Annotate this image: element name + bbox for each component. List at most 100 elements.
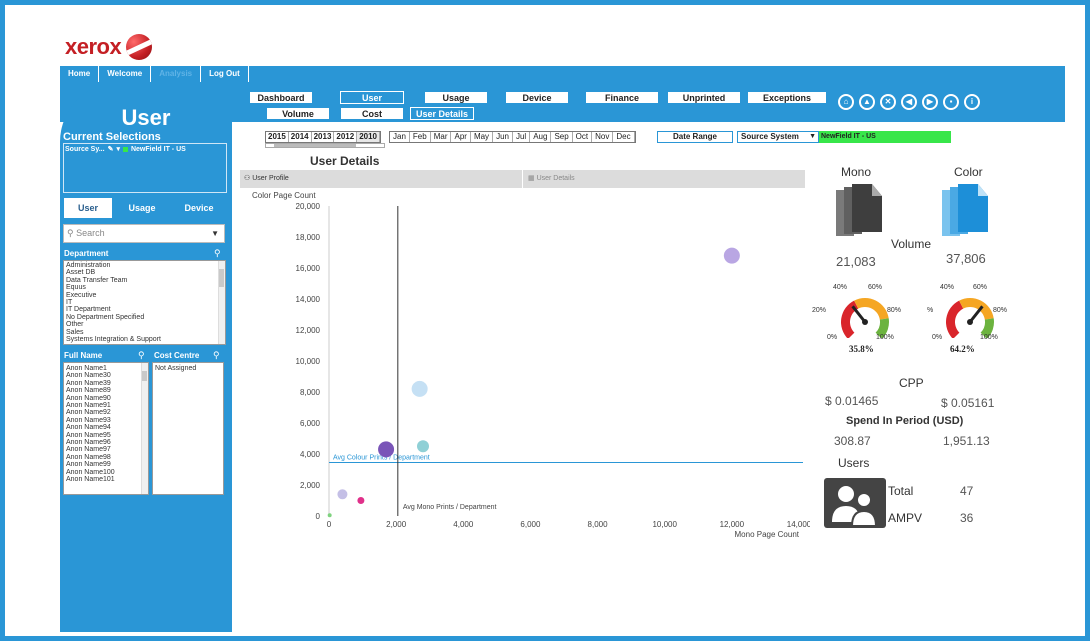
- department-item[interactable]: Data Transfer Team: [66, 277, 225, 284]
- month-option-nov[interactable]: Nov: [592, 132, 614, 142]
- nav-home-link[interactable]: Home: [60, 66, 100, 82]
- selection-field: Source Sy...: [65, 145, 105, 153]
- month-option-jul[interactable]: Jul: [513, 132, 531, 142]
- forward-icon[interactable]: ▶: [922, 94, 938, 110]
- search-input[interactable]: ⚲ Search ▼: [63, 224, 225, 243]
- eraser-icon[interactable]: ✎: [108, 145, 114, 153]
- chevron-down-icon[interactable]: ▼: [809, 132, 816, 142]
- nav-analysis-link[interactable]: Analysis: [151, 66, 202, 82]
- department-item[interactable]: No Department Specified: [66, 314, 225, 321]
- back-icon[interactable]: ◀: [901, 94, 917, 110]
- fullname-item[interactable]: Anon Name1: [66, 365, 148, 372]
- tab-exceptions[interactable]: Exceptions: [747, 91, 827, 104]
- fullname-scrollbar[interactable]: [141, 363, 148, 494]
- date-range-button[interactable]: Date Range: [657, 131, 733, 143]
- department-listbox[interactable]: Administration Asset DB Data Transfer Team…: [63, 260, 226, 345]
- month-option-oct[interactable]: Oct: [573, 132, 593, 142]
- fullname-item[interactable]: Anon Name94: [66, 424, 148, 431]
- fullname-item[interactable]: Anon Name101: [66, 476, 148, 483]
- tab-device[interactable]: Device: [505, 91, 569, 104]
- nav-logout-link[interactable]: Log Out: [201, 66, 249, 82]
- year-option-2012[interactable]: 2012: [334, 132, 358, 142]
- y-tick-label: 4,000: [300, 450, 321, 459]
- fullname-item[interactable]: Anon Name99: [66, 461, 148, 468]
- fullname-item[interactable]: Anon Name30: [66, 372, 148, 379]
- subtab-volume[interactable]: Volume: [266, 107, 330, 120]
- search-dropdown-icon[interactable]: ▼: [211, 225, 219, 242]
- subtab-user-details[interactable]: User Details: [410, 107, 474, 120]
- selection-value: NewField IT - US: [130, 145, 186, 153]
- fullname-item[interactable]: Anon Name98: [66, 454, 148, 461]
- home-icon[interactable]: ⌂: [838, 94, 854, 110]
- data-point: [417, 440, 429, 453]
- fullname-item[interactable]: Anon Name96: [66, 439, 148, 446]
- fullname-listbox[interactable]: Anon Name1 Anon Name30 Anon Name39 Anon Nam…: [63, 362, 149, 495]
- table-icon: ▦: [528, 175, 537, 182]
- department-item[interactable]: Other: [66, 321, 225, 328]
- dropdown-icon[interactable]: ▾: [116, 145, 120, 153]
- year-selector[interactable]: 2015 2014 2013 2012 2010: [265, 131, 381, 143]
- fullname-item[interactable]: Anon Name91: [66, 402, 148, 409]
- sidebar-tab-device[interactable]: Device: [172, 198, 226, 218]
- scroll-thumb[interactable]: [274, 144, 356, 147]
- current-selection-item[interactable]: Source Sy... ✎ ▾ NewField IT - US: [65, 145, 186, 154]
- costcentre-search-icon[interactable]: ⚲: [213, 350, 220, 361]
- department-item[interactable]: Administration: [66, 262, 225, 269]
- tab-usage[interactable]: Usage: [424, 91, 488, 104]
- year-scrollbar[interactable]: [265, 143, 385, 148]
- panel-tab-user-profile[interactable]: ⚇ User Profile: [244, 170, 289, 188]
- month-option-apr[interactable]: Apr: [451, 132, 471, 142]
- month-option-feb[interactable]: Feb: [410, 132, 431, 142]
- year-option-2014[interactable]: 2014: [289, 132, 312, 142]
- department-item[interactable]: Sales: [66, 329, 225, 336]
- department-item[interactable]: Equus: [66, 284, 225, 291]
- month-option-sep[interactable]: Sep: [551, 132, 573, 142]
- fullname-item[interactable]: Anon Name95: [66, 432, 148, 439]
- month-option-jan[interactable]: Jan: [390, 132, 410, 142]
- tab-unprinted[interactable]: Unprinted: [667, 91, 741, 104]
- info-icon[interactable]: i: [964, 94, 980, 110]
- fullname-item[interactable]: Anon Name89: [66, 387, 148, 394]
- department-scrollbar[interactable]: [218, 261, 225, 344]
- month-option-may[interactable]: May: [471, 132, 494, 142]
- tab-dashboard[interactable]: Dashboard: [249, 91, 313, 104]
- department-item[interactable]: Systems Integration & Support: [66, 336, 225, 343]
- month-option-mar[interactable]: Mar: [431, 132, 452, 142]
- year-option-2013[interactable]: 2013: [312, 132, 335, 142]
- department-item[interactable]: IT: [66, 299, 225, 306]
- department-item[interactable]: Executive: [66, 292, 225, 299]
- fullname-item[interactable]: Anon Name97: [66, 446, 148, 453]
- fullname-search-icon[interactable]: ⚲: [138, 350, 145, 361]
- subtab-cost[interactable]: Cost: [340, 107, 404, 120]
- panel-tab-user-details[interactable]: ▦ User Details: [528, 170, 575, 188]
- close-icon[interactable]: ✕: [880, 94, 896, 110]
- month-selector[interactable]: Jan Feb Mar Apr May Jun Jul Aug Sep Oct Nov Dec: [389, 131, 636, 143]
- nav-welcome-link[interactable]: Welcome: [99, 66, 152, 82]
- save-icon[interactable]: ▪: [943, 94, 959, 110]
- costcentre-listbox[interactable]: Not Assigned: [152, 362, 224, 495]
- department-item[interactable]: IT Department: [66, 306, 225, 313]
- fullname-item[interactable]: Anon Name39: [66, 380, 148, 387]
- department-item[interactable]: Asset DB: [66, 269, 225, 276]
- fullname-item[interactable]: Anon Name100: [66, 469, 148, 476]
- sidebar-tab-usage[interactable]: Usage: [118, 198, 166, 218]
- source-system-dropdown[interactable]: Source System ▼: [737, 131, 819, 143]
- month-option-aug[interactable]: Aug: [530, 132, 552, 142]
- scroll-thumb[interactable]: [142, 371, 147, 381]
- fullname-item[interactable]: Anon Name92: [66, 409, 148, 416]
- fullname-item[interactable]: Anon Name93: [66, 417, 148, 424]
- fullname-item[interactable]: Anon Name90: [66, 395, 148, 402]
- department-search-icon[interactable]: ⚲: [214, 248, 221, 259]
- scroll-thumb[interactable]: [219, 269, 224, 287]
- costcentre-item[interactable]: Not Assigned: [155, 365, 223, 372]
- year-option-2015[interactable]: 2015: [266, 132, 289, 142]
- tab-finance[interactable]: Finance: [585, 91, 659, 104]
- mono-gauge-tick-100: 100%: [876, 334, 894, 341]
- year-option-2010[interactable]: 2010: [357, 132, 380, 142]
- month-option-jun[interactable]: Jun: [493, 132, 513, 142]
- sidebar-tab-user[interactable]: User: [64, 198, 112, 218]
- month-option-dec[interactable]: Dec: [613, 132, 635, 142]
- tab-user[interactable]: User: [340, 91, 404, 104]
- top-nav: Home Welcome Analysis Log Out: [60, 66, 249, 82]
- lock-icon[interactable]: ▲: [859, 94, 875, 110]
